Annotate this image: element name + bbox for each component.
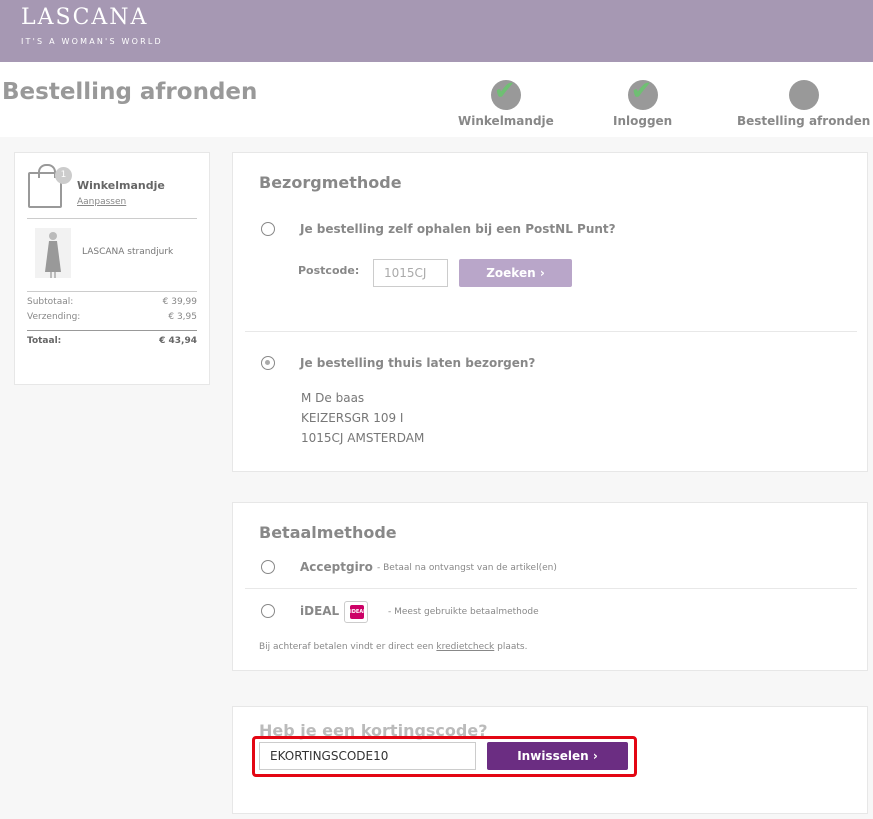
total-row: Totaal: € 43,94: [27, 336, 197, 346]
pickup-label[interactable]: Je bestelling zelf ophalen bij een PostN…: [300, 222, 616, 236]
shipping-label: Verzending:: [27, 312, 81, 322]
step-pending-icon: [788, 80, 819, 110]
divider: [27, 218, 197, 219]
brand-tagline: IT'S A WOMAN'S WORLD: [21, 37, 163, 46]
acceptgiro-radio[interactable]: [261, 560, 275, 574]
subtotal-value: € 39,99: [162, 297, 197, 307]
acceptgiro-note: - Betaal na ontvangst van de artikel(en): [377, 563, 557, 573]
home-delivery-radio[interactable]: [261, 356, 275, 370]
delivery-title: Bezorgmethode: [259, 173, 402, 192]
payment-panel: Betaalmethode Acceptgiro - Betaal na ont…: [232, 502, 868, 671]
postcode-input[interactable]: 1015CJ: [373, 259, 448, 287]
subtotal-row: Subtotaal: € 39,99: [27, 297, 197, 307]
divider: [27, 291, 197, 292]
edit-cart-link[interactable]: Aanpassen: [77, 197, 126, 207]
ideal-logo-icon: iDEAL: [344, 601, 368, 623]
credit-check-link[interactable]: kredietcheck: [436, 642, 494, 652]
brand-logo[interactable]: LASCANA: [21, 5, 148, 30]
checkout-titlebar: Bestelling afronden ✔ Winkelmandje ✔ Inl…: [0, 62, 873, 137]
postcode-label: Postcode:: [298, 264, 360, 277]
cart-count-badge: 1: [55, 167, 72, 184]
divider: [27, 330, 197, 331]
step-cart: ✔ Winkelmandje: [458, 76, 554, 128]
pickup-radio[interactable]: [261, 222, 275, 236]
step-label: Winkelmandje: [458, 114, 554, 128]
total-label: Totaal:: [27, 336, 62, 346]
page-title: Bestelling afronden: [2, 79, 258, 105]
delivery-panel: Bezorgmethode Je bestelling zelf ophalen…: [232, 152, 868, 472]
product-name: LASCANA strandjurk: [82, 247, 174, 257]
site-header: LASCANA IT'S A WOMAN'S WORLD: [0, 0, 873, 62]
divider: [245, 331, 857, 332]
coupon-input[interactable]: EKORTINGSCODE10: [259, 742, 476, 770]
divider: [245, 588, 857, 589]
shipping-row: Verzending: € 3,95: [27, 312, 197, 322]
step-done-icon: ✔: [490, 76, 521, 110]
credit-check-text: Bij achteraf betalen vindt er direct een…: [259, 642, 528, 652]
ideal-note: - Meest gebruikte betaalmethode: [388, 607, 539, 617]
total-value: € 43,94: [159, 336, 197, 346]
step-finish: Bestelling afronden: [737, 80, 870, 128]
address-name: M De baas: [301, 391, 365, 405]
ideal-label[interactable]: iDEAL: [300, 604, 339, 618]
summary-title: Winkelmandje: [77, 179, 165, 192]
ideal-radio[interactable]: [261, 604, 275, 618]
step-done-icon: ✔: [627, 76, 658, 110]
step-label: Inloggen: [613, 114, 673, 128]
shipping-value: € 3,95: [168, 312, 197, 322]
payment-title: Betaalmethode: [259, 523, 397, 542]
check-icon: ✔: [630, 76, 653, 106]
search-button[interactable]: Zoeken ›: [459, 259, 572, 287]
step-login: ✔ Inloggen: [613, 76, 673, 128]
coupon-panel: Heb je een kortingscode? EKORTINGSCODE10…: [232, 706, 868, 814]
home-delivery-label[interactable]: Je bestelling thuis laten bezorgen?: [300, 356, 535, 370]
order-summary: 1 Winkelmandje Aanpassen LASCANA strandj…: [14, 152, 210, 385]
address-city: 1015CJ AMSTERDAM: [301, 431, 425, 445]
step-label: Bestelling afronden: [737, 114, 871, 128]
redeem-button[interactable]: Inwisselen ›: [487, 742, 628, 770]
acceptgiro-label[interactable]: Acceptgiro: [300, 560, 373, 574]
subtotal-label: Subtotaal:: [27, 297, 74, 307]
address-street: KEIZERSGR 109 I: [301, 411, 404, 425]
check-icon: ✔: [493, 76, 516, 106]
product-thumbnail: [35, 228, 71, 278]
